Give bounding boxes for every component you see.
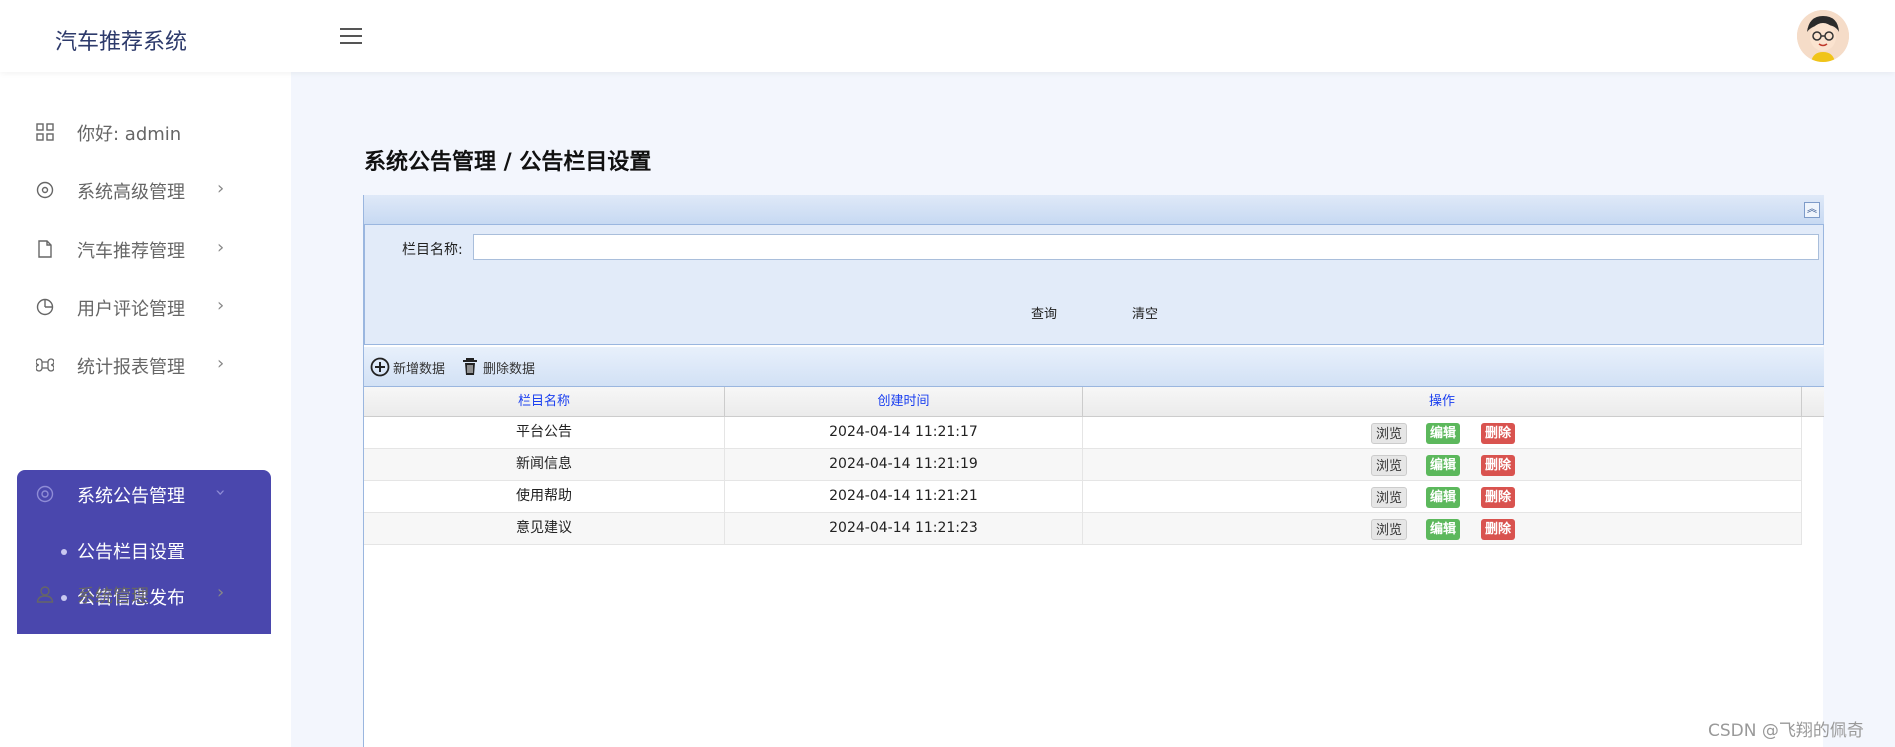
sidebar-item-label: 系统管理 (77, 586, 149, 607)
cell-column-name: 平台公告 (364, 417, 725, 449)
table-row[interactable]: 平台公告 2024-04-14 11:21:17 浏览 编辑 删除 (364, 417, 1802, 449)
search-panel-header: ︽ (364, 195, 1824, 225)
add-data-button[interactable]: 新增数据 (370, 357, 445, 377)
cell-created-time: 2024-04-14 11:21:23 (725, 513, 1083, 545)
header-column-name[interactable]: 栏目名称 (364, 387, 725, 417)
chevron-right-icon: › (217, 178, 225, 199)
chevron-right-icon: › (217, 237, 225, 258)
cell-column-name: 使用帮助 (364, 481, 725, 513)
sidebar: 你好: admin 系统高级管理 › 汽车推荐管理 › 用户评论管理 › 统计报… (0, 72, 291, 747)
sidebar-item-label: 用户评论管理 (77, 299, 185, 320)
column-name-input[interactable] (473, 234, 1819, 260)
sidebar-item-car-recommend[interactable]: 汽车推荐管理 › (17, 225, 271, 271)
collapse-icon[interactable]: ︽ (1804, 202, 1820, 218)
grid-toolbar: 新增数据 删除数据 (364, 347, 1824, 387)
delete-data-label: 删除数据 (483, 361, 536, 377)
table-row[interactable]: 意见建议 2024-04-14 11:21:23 浏览 编辑 删除 (364, 513, 1802, 545)
edit-button[interactable]: 编辑 (1426, 423, 1461, 444)
watermark: CSDN @飞翔的佩奇 (1708, 721, 1864, 741)
grid-icon (36, 123, 54, 141)
edit-button[interactable]: 编辑 (1426, 519, 1461, 540)
sidebar-item-announcements[interactable]: 系统公告管理 › (17, 470, 271, 516)
column-name-label: 栏目名称: (402, 242, 463, 258)
sub-item-column-settings[interactable]: 公告栏目设置 (61, 538, 185, 566)
content-panel: ︽ 栏目名称: 查询 清空 新增数据 删除数据 栏目名称 创建时间 操作 平台公… (363, 195, 1824, 747)
header-created-time[interactable]: 创建时间 (725, 387, 1083, 417)
data-grid: 栏目名称 创建时间 操作 平台公告 2024-04-14 11:21:17 浏览… (364, 387, 1824, 545)
sidebar-item-advanced[interactable]: 系统高级管理 › (17, 166, 271, 212)
menu-toggle-icon[interactable] (340, 28, 362, 46)
header-actions: 操作 (1083, 387, 1802, 417)
query-button[interactable]: 查询 (1031, 303, 1057, 322)
delete-button[interactable]: 删除 (1481, 455, 1516, 476)
sidebar-item-comments[interactable]: 用户评论管理 › (17, 283, 271, 329)
sidebar-item-reports[interactable]: 统计报表管理 › (17, 341, 271, 387)
delete-button[interactable]: 删除 (1481, 423, 1516, 444)
sidebar-item-label: 系统高级管理 (77, 182, 185, 203)
delete-data-button[interactable]: 删除数据 (460, 357, 535, 377)
table-row[interactable]: 使用帮助 2024-04-14 11:21:21 浏览 编辑 删除 (364, 481, 1802, 513)
chevron-right-icon: › (217, 353, 225, 374)
command-icon (36, 358, 54, 372)
pie-chart-icon (36, 298, 54, 316)
sidebar-item-system[interactable]: 系统管理 › (17, 570, 271, 616)
table-row[interactable]: 新闻信息 2024-04-14 11:21:19 浏览 编辑 删除 (364, 449, 1802, 481)
top-header: 汽车推荐系统 (0, 0, 1895, 72)
page-title: 系统公告管理 / 公告栏目设置 (364, 150, 652, 175)
plus-circle-icon (370, 357, 390, 377)
document-icon (38, 240, 52, 258)
delete-button[interactable]: 删除 (1481, 519, 1516, 540)
cell-actions: 浏览 编辑 删除 (1083, 513, 1802, 545)
sidebar-item-label: 统计报表管理 (77, 357, 185, 378)
chevron-down-icon: › (210, 488, 232, 497)
user-icon (36, 586, 54, 603)
cell-actions: 浏览 编辑 删除 (1083, 417, 1802, 449)
user-avatar[interactable] (1797, 10, 1849, 62)
cell-actions: 浏览 编辑 删除 (1083, 481, 1802, 513)
chevron-right-icon: › (217, 295, 225, 316)
settings-ring-icon (36, 485, 54, 503)
app-brand: 汽车推荐系统 (55, 30, 188, 55)
sidebar-item-label: 汽车推荐管理 (77, 241, 185, 262)
cell-column-name: 新闻信息 (364, 449, 725, 481)
chevron-right-icon: › (217, 582, 225, 603)
target-icon (36, 181, 54, 199)
view-button[interactable]: 浏览 (1371, 455, 1408, 476)
view-button[interactable]: 浏览 (1371, 487, 1408, 508)
add-data-label: 新增数据 (393, 361, 446, 377)
view-button[interactable]: 浏览 (1371, 423, 1408, 444)
cell-created-time: 2024-04-14 11:21:17 (725, 417, 1083, 449)
sidebar-item-label: 系统公告管理 (77, 486, 185, 507)
cell-created-time: 2024-04-14 11:21:21 (725, 481, 1083, 513)
sidebar-greeting: 你好: admin (17, 108, 271, 154)
greeting-label: 你好: admin (77, 124, 182, 145)
search-area: 栏目名称: 查询 清空 (364, 225, 1824, 345)
cell-created-time: 2024-04-14 11:21:19 (725, 449, 1083, 481)
trash-icon (463, 358, 477, 375)
cell-column-name: 意见建议 (364, 513, 725, 545)
view-button[interactable]: 浏览 (1371, 519, 1408, 540)
cell-actions: 浏览 编辑 删除 (1083, 449, 1802, 481)
clear-button[interactable]: 清空 (1132, 303, 1158, 322)
delete-button[interactable]: 删除 (1481, 487, 1516, 508)
grid-header: 栏目名称 创建时间 操作 (364, 387, 1824, 417)
edit-button[interactable]: 编辑 (1426, 455, 1461, 476)
edit-button[interactable]: 编辑 (1426, 487, 1461, 508)
